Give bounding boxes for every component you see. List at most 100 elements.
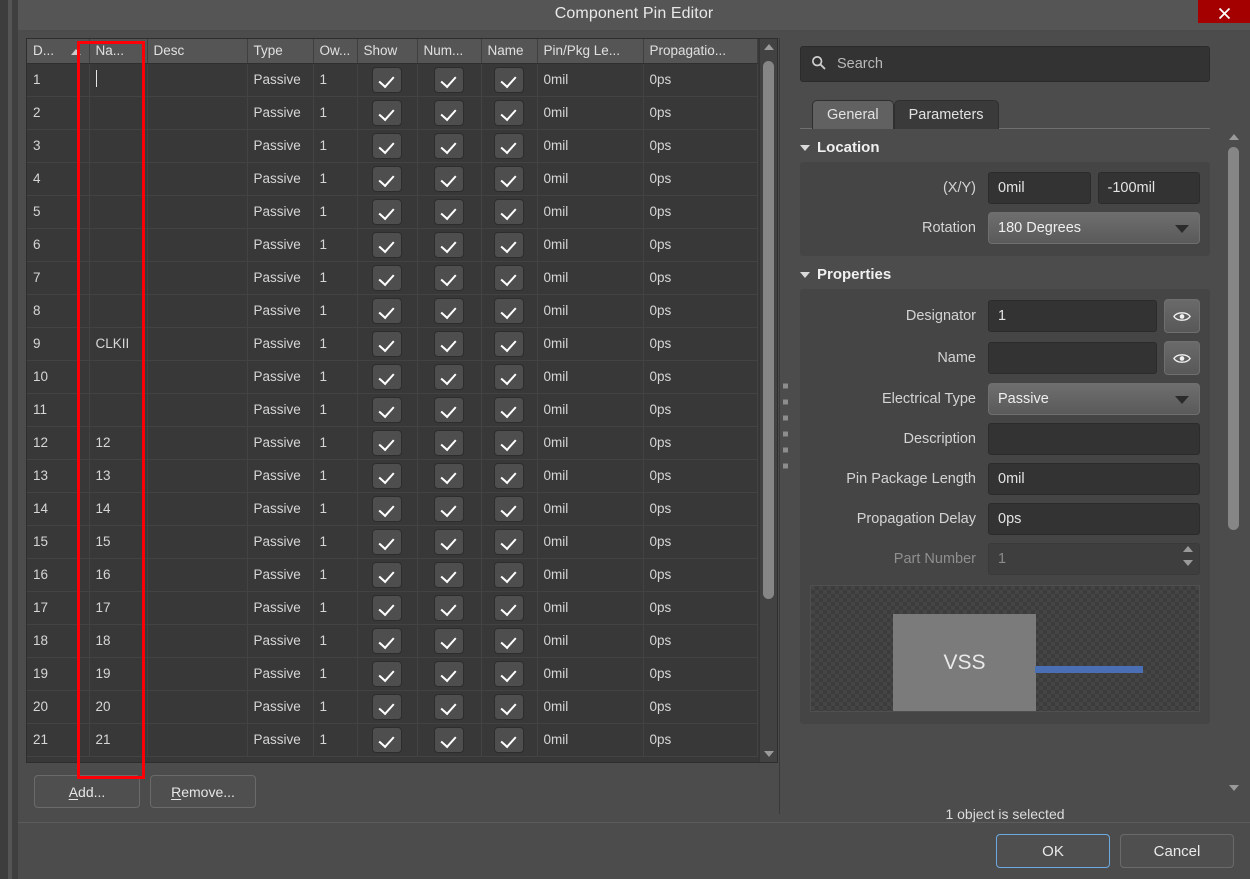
cell-number[interactable] <box>417 492 482 526</box>
cell-pinpkg[interactable]: 0mil <box>537 261 644 295</box>
checkbox-show[interactable] <box>372 429 402 456</box>
cell-name[interactable]: 12 <box>89 426 148 460</box>
cell-show[interactable] <box>357 195 418 229</box>
cell-pinpkg[interactable]: 0mil <box>537 96 644 130</box>
cell-namecol[interactable] <box>481 426 538 460</box>
checkbox-number[interactable] <box>434 264 464 291</box>
table-row[interactable]: 3 Passive 1 0mil 0ps <box>27 129 758 163</box>
cell-propagation[interactable]: 0ps <box>643 393 758 427</box>
cell-type[interactable]: Passive <box>247 129 314 163</box>
cell-designator[interactable]: 19 <box>27 657 90 691</box>
designator-input[interactable] <box>988 300 1157 332</box>
checkbox-number[interactable] <box>434 330 464 357</box>
cell-name[interactable]: 14 <box>89 492 148 526</box>
column-header-namecol[interactable]: Name <box>481 39 538 64</box>
cell-pinpkg[interactable]: 0mil <box>537 360 644 394</box>
cell-designator[interactable]: 15 <box>27 525 90 559</box>
cell-number[interactable] <box>417 294 482 328</box>
checkbox-namecol[interactable] <box>494 396 524 423</box>
cell-owner[interactable]: 1 <box>313 459 358 493</box>
cell-show[interactable] <box>357 294 418 328</box>
cell-desc[interactable] <box>147 657 248 691</box>
cell-number[interactable] <box>417 129 482 163</box>
cell-designator[interactable]: 17 <box>27 591 90 625</box>
search-box[interactable] <box>800 46 1210 82</box>
cell-name[interactable]: CLKII <box>89 327 148 361</box>
cell-type[interactable]: Passive <box>247 228 314 262</box>
cell-namecol[interactable] <box>481 525 538 559</box>
cell-type[interactable]: Passive <box>247 624 314 658</box>
cell-propagation[interactable]: 0ps <box>643 624 758 658</box>
checkbox-namecol[interactable] <box>494 99 524 126</box>
cell-namecol[interactable] <box>481 228 538 262</box>
cell-namecol[interactable] <box>481 63 538 97</box>
checkbox-number[interactable] <box>434 660 464 687</box>
cell-owner[interactable]: 1 <box>313 195 358 229</box>
checkbox-show[interactable] <box>372 660 402 687</box>
panel-scroll-up-icon[interactable] <box>1225 129 1242 145</box>
cell-owner[interactable]: 1 <box>313 96 358 130</box>
cell-desc[interactable] <box>147 327 248 361</box>
table-row[interactable]: 6 Passive 1 0mil 0ps <box>27 228 758 262</box>
cell-number[interactable] <box>417 558 482 592</box>
rotation-select[interactable]: 180 Degrees <box>988 212 1200 244</box>
cell-pinpkg[interactable]: 0mil <box>537 624 644 658</box>
checkbox-namecol[interactable] <box>494 132 524 159</box>
cell-owner[interactable]: 1 <box>313 228 358 262</box>
cell-type[interactable]: Passive <box>247 525 314 559</box>
cell-name[interactable] <box>89 228 148 262</box>
checkbox-namecol[interactable] <box>494 231 524 258</box>
table-row[interactable]: 8 Passive 1 0mil 0ps <box>27 294 758 328</box>
cell-number[interactable] <box>417 162 482 196</box>
cell-type[interactable]: Passive <box>247 393 314 427</box>
cell-desc[interactable] <box>147 591 248 625</box>
cell-type[interactable]: Passive <box>247 294 314 328</box>
column-header-propagation[interactable]: Propagatio... <box>643 39 758 64</box>
checkbox-number[interactable] <box>434 594 464 621</box>
cell-name[interactable]: 21 <box>89 723 148 757</box>
cell-type[interactable]: Passive <box>247 690 314 724</box>
search-input[interactable] <box>835 55 1199 73</box>
cell-name[interactable]: 13 <box>89 459 148 493</box>
description-input[interactable] <box>988 423 1200 455</box>
cell-name[interactable] <box>89 63 148 97</box>
cell-desc[interactable] <box>147 261 248 295</box>
cell-designator[interactable]: 21 <box>27 723 90 757</box>
cell-show[interactable] <box>357 723 418 757</box>
column-header-owner[interactable]: Ow... <box>313 39 358 64</box>
cell-type[interactable]: Passive <box>247 558 314 592</box>
checkbox-show[interactable] <box>372 66 402 93</box>
checkbox-number[interactable] <box>434 528 464 555</box>
cell-show[interactable] <box>357 657 418 691</box>
checkbox-namecol[interactable] <box>494 198 524 225</box>
cell-propagation[interactable]: 0ps <box>643 261 758 295</box>
checkbox-namecol[interactable] <box>494 462 524 489</box>
checkbox-show[interactable] <box>372 627 402 654</box>
cell-name[interactable]: 16 <box>89 558 148 592</box>
checkbox-namecol[interactable] <box>494 264 524 291</box>
column-header-pinpkg[interactable]: Pin/Pkg Le... <box>537 39 644 64</box>
cell-number[interactable] <box>417 657 482 691</box>
cell-namecol[interactable] <box>481 690 538 724</box>
cell-owner[interactable]: 1 <box>313 492 358 526</box>
cell-show[interactable] <box>357 591 418 625</box>
cell-desc[interactable] <box>147 525 248 559</box>
cell-namecol[interactable] <box>481 294 538 328</box>
cell-owner[interactable]: 1 <box>313 525 358 559</box>
cell-owner[interactable]: 1 <box>313 657 358 691</box>
checkbox-show[interactable] <box>372 99 402 126</box>
column-header-name[interactable]: Na... <box>89 39 148 64</box>
checkbox-number[interactable] <box>434 726 464 753</box>
cell-desc[interactable] <box>147 228 248 262</box>
cell-propagation[interactable]: 0ps <box>643 360 758 394</box>
cell-designator[interactable]: 11 <box>27 393 90 427</box>
cell-propagation[interactable]: 0ps <box>643 492 758 526</box>
cell-show[interactable] <box>357 393 418 427</box>
cell-namecol[interactable] <box>481 162 538 196</box>
cell-owner[interactable]: 1 <box>313 558 358 592</box>
cell-name[interactable] <box>89 96 148 130</box>
cell-desc[interactable] <box>147 294 248 328</box>
cell-pinpkg[interactable]: 0mil <box>537 129 644 163</box>
cell-pinpkg[interactable]: 0mil <box>537 459 644 493</box>
cell-name[interactable] <box>89 393 148 427</box>
